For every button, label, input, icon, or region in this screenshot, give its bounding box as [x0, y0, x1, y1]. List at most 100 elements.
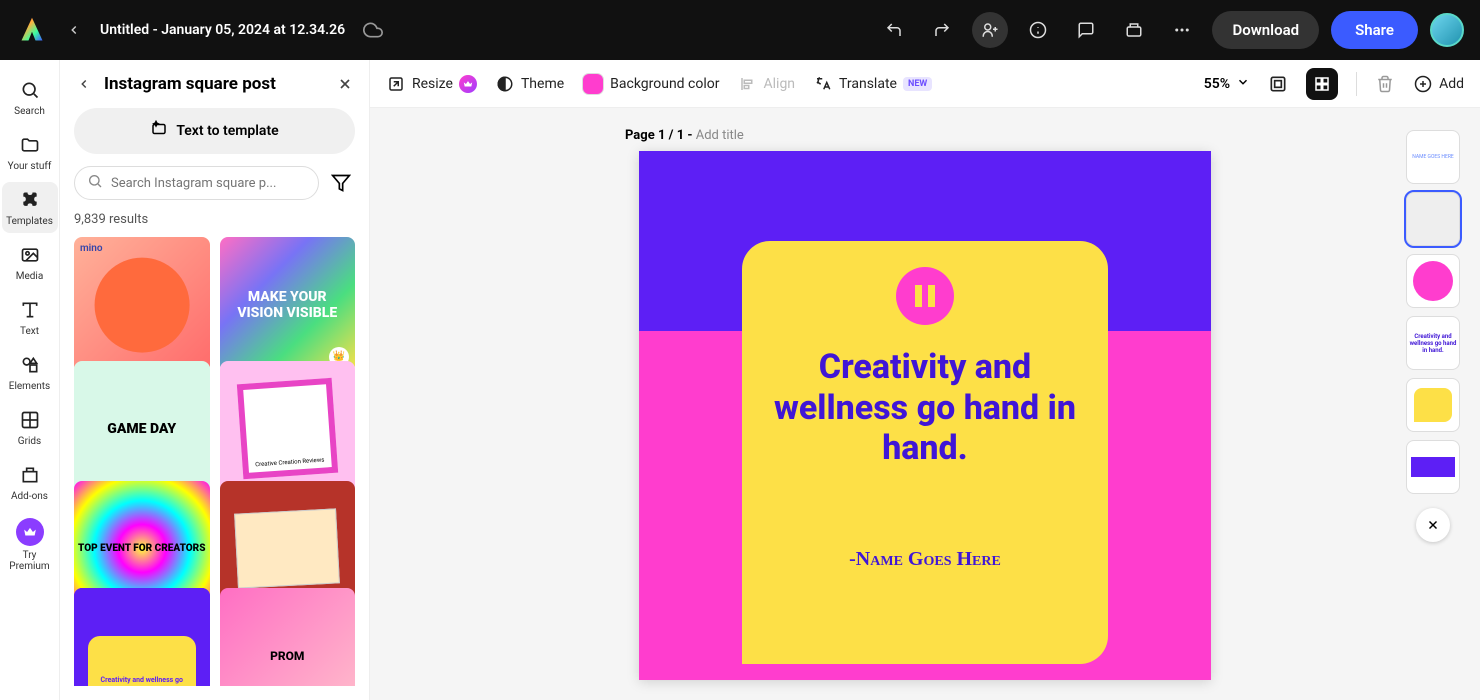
comment-icon[interactable]	[1068, 12, 1104, 48]
layer-thumb-quote-text[interactable]: Creativity and wellness go hand in hand.	[1406, 316, 1460, 370]
text-to-template-label: Text to template	[176, 123, 278, 139]
panel-title: Instagram square post	[104, 74, 325, 94]
nav-text[interactable]: Text	[2, 292, 58, 343]
redo-button[interactable]	[924, 12, 960, 48]
media-icon	[18, 243, 42, 267]
nav-your-stuff-label: Your stuff	[8, 161, 52, 172]
layer-thumb-rect[interactable]	[1406, 440, 1460, 494]
template-grid: mino MAKE YOUR VISION VISIBLE👑 GAME DAY …	[74, 237, 355, 686]
zoom-control[interactable]: 55%	[1204, 75, 1250, 93]
canvas-toolbar: Resize Theme Background color Align Tran…	[370, 60, 1480, 108]
crown-icon	[16, 518, 44, 546]
canvas-scroll[interactable]: Page 1 / 1 - Add title Creativity and we…	[370, 108, 1480, 700]
add-title-placeholder[interactable]: Add title	[696, 128, 744, 143]
present-icon[interactable]	[1116, 12, 1152, 48]
nav-search[interactable]: Search	[2, 72, 58, 123]
document-title[interactable]: Untitled - January 05, 2024 at 12.34.26	[100, 22, 345, 38]
add-label: Add	[1439, 76, 1464, 92]
nav-grids-label: Grids	[18, 436, 41, 447]
more-icon[interactable]	[1164, 12, 1200, 48]
nav-grids[interactable]: Grids	[2, 402, 58, 453]
nav-your-stuff[interactable]: Your stuff	[2, 127, 58, 178]
nav-templates[interactable]: Templates	[2, 182, 58, 233]
template-search-box[interactable]	[74, 166, 319, 200]
nav-try-premium[interactable]: Try Premium	[2, 512, 58, 578]
template-thumbnail[interactable]: Creativity and wellness go	[74, 588, 210, 686]
layer-thumb-author[interactable]: NAME GOES HERE	[1406, 130, 1460, 184]
share-button[interactable]: Share	[1331, 11, 1418, 49]
bg-color-tool[interactable]: Background color	[582, 73, 719, 95]
translate-tool[interactable]: Translate NEW	[813, 74, 932, 94]
canvas-page[interactable]: Creativity and wellness go hand in hand.…	[639, 151, 1211, 680]
layer-thumb-circle[interactable]	[1406, 254, 1460, 308]
panel-close-button[interactable]	[335, 74, 355, 94]
view-icon	[1268, 74, 1288, 94]
back-button[interactable]	[60, 16, 88, 44]
template-search-input[interactable]	[111, 176, 306, 191]
app-logo[interactable]	[16, 14, 48, 46]
templates-panel: Instagram square post Text to template 9…	[60, 60, 370, 700]
template-thumbnail[interactable]: mino	[74, 237, 210, 373]
color-swatch-icon	[582, 73, 604, 95]
sparkle-icon	[150, 120, 168, 142]
user-avatar[interactable]	[1430, 13, 1464, 47]
undo-button[interactable]	[876, 12, 912, 48]
template-thumbnail[interactable]: PROM	[220, 588, 356, 686]
add-page-button[interactable]: Add	[1413, 74, 1464, 94]
canvas-quote-text[interactable]: Creativity and wellness go hand in hand.	[753, 347, 1096, 469]
text-icon	[18, 298, 42, 322]
premium-icon	[459, 75, 477, 93]
canvas-area: Resize Theme Background color Align Tran…	[370, 60, 1480, 700]
nav-addons[interactable]: Add-ons	[2, 457, 58, 508]
layer-thumb-quote-icon[interactable]	[1406, 192, 1460, 246]
help-icon[interactable]	[1020, 12, 1056, 48]
chevron-down-icon	[1236, 75, 1250, 93]
view-mode-button[interactable]	[1268, 74, 1288, 94]
folder-icon	[18, 133, 42, 157]
layers-button[interactable]	[1306, 68, 1338, 100]
text-to-template-button[interactable]: Text to template	[74, 108, 355, 154]
resize-label: Resize	[412, 76, 453, 92]
nav-templates-label: Templates	[6, 216, 53, 227]
plus-circle-icon	[1413, 74, 1433, 94]
nav-try-premium-label: Try Premium	[2, 550, 58, 572]
panel-back-button[interactable]	[74, 74, 94, 94]
cloud-sync-icon[interactable]	[363, 20, 383, 40]
add-collaborator-button[interactable]	[972, 12, 1008, 48]
layers-close-button[interactable]	[1416, 508, 1450, 542]
nav-elements-label: Elements	[9, 381, 50, 392]
results-count: 9,839 results	[74, 212, 355, 227]
search-icon	[87, 173, 103, 193]
translate-label: Translate	[839, 76, 897, 92]
nav-media[interactable]: Media	[2, 237, 58, 288]
align-tool: Align	[738, 74, 796, 94]
resize-tool[interactable]: Resize	[386, 74, 477, 94]
canvas-author-text[interactable]: -Name Goes Here	[753, 548, 1096, 571]
search-icon	[18, 78, 42, 102]
trash-icon	[1375, 74, 1395, 94]
resize-icon	[386, 74, 406, 94]
template-thumbnail[interactable]: MAKE YOUR VISION VISIBLE👑	[220, 237, 356, 373]
theme-icon	[495, 74, 515, 94]
template-thumbnail[interactable]: Creative Creation Reviews	[220, 361, 356, 497]
filter-button[interactable]	[327, 169, 355, 197]
new-badge: NEW	[903, 77, 932, 91]
align-icon	[738, 74, 758, 94]
download-button[interactable]: Download	[1212, 11, 1319, 49]
elements-icon	[18, 353, 42, 377]
left-nav-rail: Search Your stuff Templates Media Text E…	[0, 60, 60, 700]
theme-tool[interactable]: Theme	[495, 74, 564, 94]
layers-panel: NAME GOES HERE Creativity and wellness g…	[1402, 130, 1464, 542]
translate-icon	[813, 74, 833, 94]
nav-text-label: Text	[20, 326, 39, 337]
nav-elements[interactable]: Elements	[2, 347, 58, 398]
nav-media-label: Media	[16, 271, 44, 282]
templates-icon	[18, 188, 42, 212]
layer-thumb-bubble[interactable]	[1406, 378, 1460, 432]
align-label: Align	[764, 76, 796, 92]
canvas-quote-icon[interactable]	[896, 267, 954, 325]
delete-button[interactable]	[1375, 74, 1395, 94]
template-thumbnail[interactable]: GAME DAY	[74, 361, 210, 497]
nav-addons-label: Add-ons	[11, 491, 48, 502]
top-bar: Untitled - January 05, 2024 at 12.34.26 …	[0, 0, 1480, 60]
